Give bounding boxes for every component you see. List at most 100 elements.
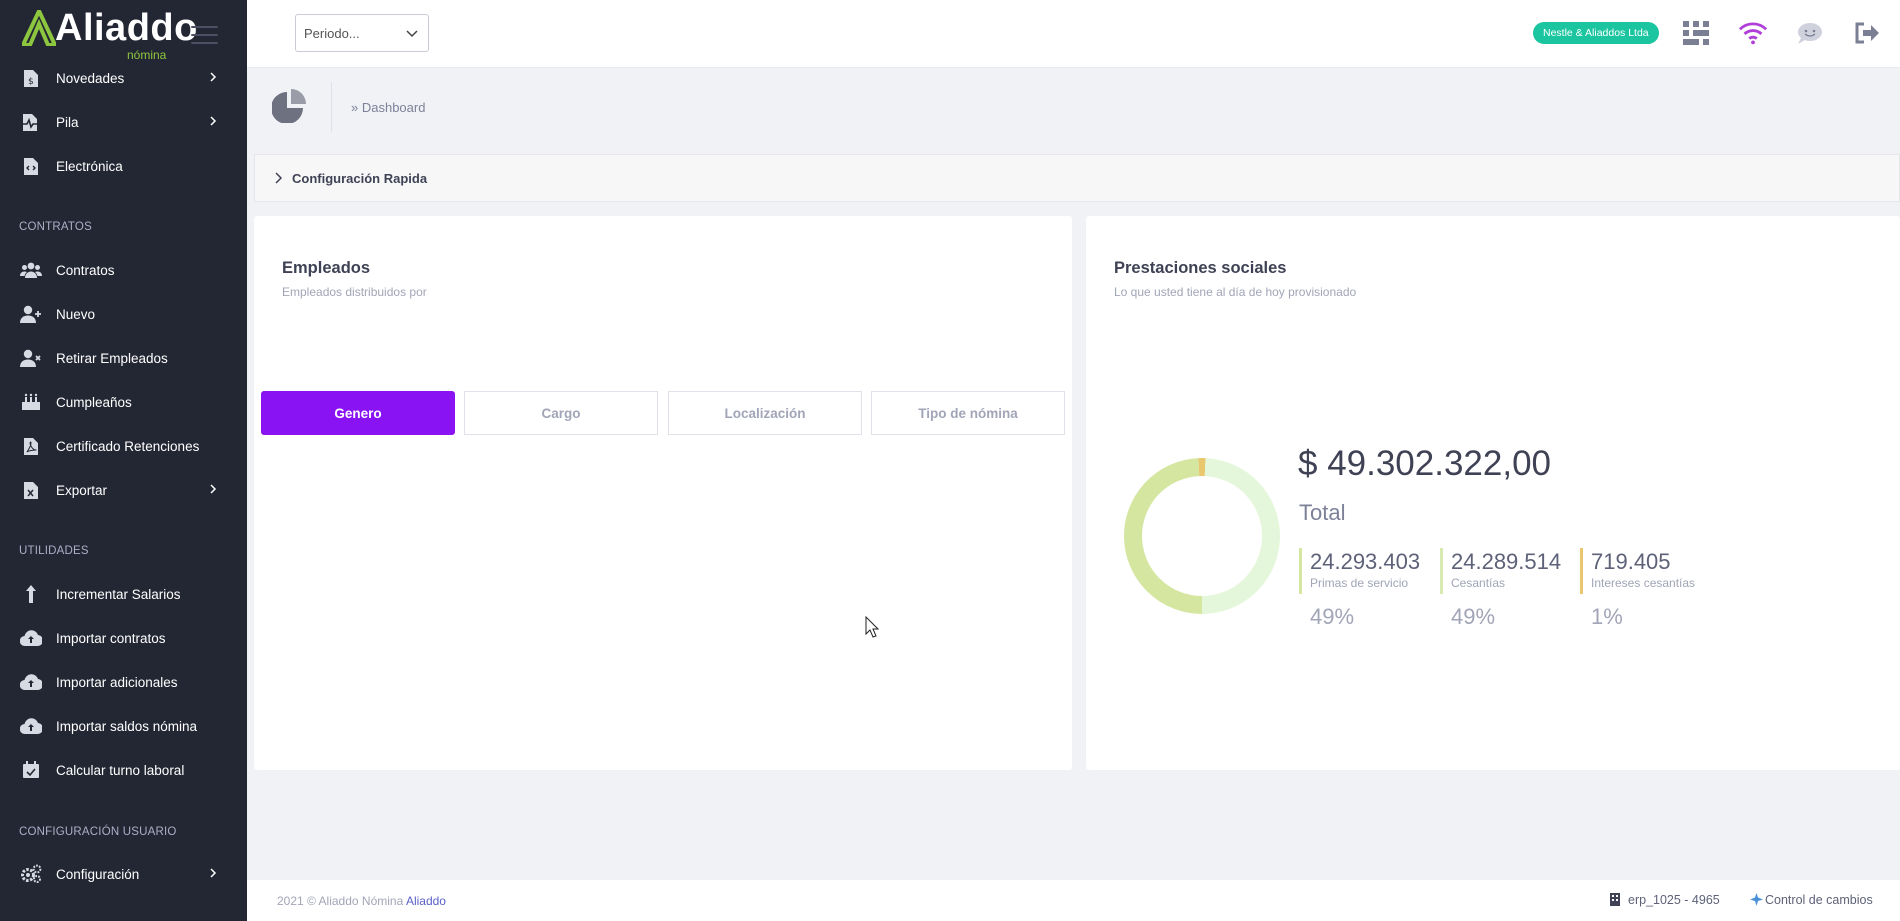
sidebar-item-pila[interactable]: Pila: [0, 102, 247, 142]
control-de-cambios-link[interactable]: Control de cambios: [1750, 893, 1873, 907]
chevron-right-icon: [210, 484, 217, 494]
sidebar-item-electronica[interactable]: Electrónica: [0, 146, 247, 186]
cloud-upload-icon: [20, 672, 42, 692]
sidebar-item-label: Configuración: [56, 866, 140, 882]
tab-genero[interactable]: Genero: [261, 391, 455, 435]
user-plus-icon: [20, 304, 42, 324]
stat-cesantias: 24.289.514 Cesantías: [1440, 548, 1561, 594]
section-title-contratos: CONTRATOS: [19, 221, 92, 233]
sidebar-item-importar-contratos[interactable]: Importar contratos: [0, 618, 247, 658]
logout-icon[interactable]: [1852, 18, 1882, 48]
breadcrumb-divider: [331, 82, 332, 132]
cloud-upload-icon: [20, 628, 42, 648]
prestaciones-title: Prestaciones sociales: [1114, 259, 1287, 277]
section-title-utilidades: UTILIDADES: [19, 545, 89, 557]
stat-value: 24.293.403: [1310, 549, 1421, 574]
sidebar-item-retirar-empleados[interactable]: Retirar Empleados: [0, 338, 247, 378]
pie-chart-icon: [272, 89, 306, 123]
sidebar-item-label: Calcular turno laboral: [56, 762, 185, 778]
cloud-upload-icon: [20, 716, 42, 736]
prestaciones-subtitle: Lo que usted tiene al día de hoy provisi…: [1114, 285, 1357, 299]
sidebar-item-label: Nuevo: [56, 306, 96, 322]
pulse-doc-icon: [20, 112, 42, 132]
sidebar-item-label: Incrementar Salarios: [56, 586, 181, 602]
footer-erp-version: erp_1025 - 4965: [1610, 893, 1720, 907]
sidebar: Aliaddo nómina $ Novedades Pila Electrón…: [0, 0, 247, 921]
company-badge[interactable]: Nestle & Aliaddos Ltda: [1533, 22, 1659, 44]
erp-version-text: erp_1025 - 4965: [1628, 893, 1720, 907]
prestaciones-donut-chart: [1124, 458, 1280, 614]
sidebar-item-certificado-retenciones[interactable]: Certificado Retenciones: [0, 426, 247, 466]
stat-cesantias-percent: 49%: [1451, 604, 1496, 629]
sidebar-item-label: Importar adicionales: [56, 674, 178, 690]
stat-primas: 24.293.403 Primas de servicio: [1299, 548, 1420, 594]
chevron-right-icon: [210, 72, 217, 82]
stat-value: 24.289.514: [1451, 549, 1562, 574]
total-label: Total: [1299, 500, 1346, 525]
sidebar-item-importar-adicionales[interactable]: Importar adicionales: [0, 662, 247, 702]
sidebar-item-label: Cumpleaños: [56, 394, 132, 410]
stat-intereses-cesantias: 719.405 Intereses cesantías: [1580, 548, 1695, 594]
sidebar-item-incrementar-salarios[interactable]: Incrementar Salarios: [0, 574, 247, 614]
wifi-icon[interactable]: [1738, 18, 1768, 48]
control-de-cambios-text: Control de cambios: [1765, 893, 1873, 907]
code-doc-icon: [20, 156, 42, 176]
cake-icon: [20, 392, 42, 412]
pdf-doc-icon: [20, 436, 42, 456]
sidebar-item-novedades[interactable]: $ Novedades: [0, 58, 247, 98]
sidebar-item-label: Importar contratos: [56, 630, 166, 646]
chevron-right-icon: [210, 868, 217, 878]
chevron-right-icon: [275, 172, 283, 184]
apps-grid-icon[interactable]: [1681, 18, 1711, 48]
sidebar-item-label: Electrónica: [56, 158, 123, 174]
sidebar-item-configuracion[interactable]: Configuración: [0, 854, 247, 894]
sidebar-item-cumpleanos[interactable]: Cumpleaños: [0, 382, 247, 422]
arrow-up-icon: [20, 584, 42, 604]
svg-text:$: $: [28, 77, 34, 87]
sidebar-item-label: Novedades: [56, 70, 125, 86]
menu-toggle-icon[interactable]: [191, 26, 218, 50]
breadcrumb[interactable]: » Dashboard: [351, 100, 425, 115]
sidebar-item-contratos[interactable]: Contratos: [0, 250, 247, 290]
sidebar-item-exportar[interactable]: Exportar: [0, 470, 247, 510]
empleados-title: Empleados: [282, 259, 371, 277]
sidebar-item-label: Exportar: [56, 482, 108, 498]
sidebar-item-nuevo[interactable]: Nuevo: [0, 294, 247, 334]
stat-value: 719.405: [1591, 549, 1671, 574]
building-icon: [1610, 893, 1620, 906]
tab-localizacion[interactable]: Localización: [668, 391, 862, 435]
footer: 2021 © Aliaddo Nómina Aliaddo erp_1025 -…: [247, 880, 1900, 921]
config-rapida-toggle[interactable]: Configuración Rapida: [254, 154, 1900, 202]
sidebar-item-label: Retirar Empleados: [56, 350, 168, 366]
sidebar-item-label: Importar saldos nómina: [56, 718, 198, 734]
chat-icon[interactable]: [1795, 18, 1825, 48]
stat-label: Primas de servicio: [1310, 576, 1409, 590]
footer-aliaddo-link[interactable]: Aliaddo: [406, 894, 446, 908]
sidebar-item-label: Pila: [56, 114, 79, 130]
donut-slice-cesantias: [1201, 458, 1280, 614]
excel-doc-icon: [20, 480, 42, 500]
dollar-doc-icon: $: [20, 68, 42, 88]
tab-cargo[interactable]: Cargo: [464, 391, 658, 435]
user-remove-icon: [20, 348, 42, 368]
sidebar-item-calcular-turno-laboral[interactable]: Calcular turno laboral: [0, 750, 247, 790]
stat-label: Cesantías: [1451, 576, 1506, 590]
stat-intereses-percent: 1%: [1591, 604, 1623, 629]
sidebar-item-label: Certificado Retenciones: [56, 438, 200, 454]
period-select[interactable]: Periodo...: [295, 14, 429, 52]
empleados-card: Empleados Empleados distribuidos por: [254, 216, 1072, 770]
tab-tipo-de-nomina[interactable]: Tipo de nómina: [871, 391, 1065, 435]
users-icon: [20, 260, 42, 280]
logo-a-icon: [22, 10, 56, 46]
empleados-subtitle: Empleados distribuidos por: [282, 285, 427, 299]
chevron-down-icon: [406, 30, 418, 38]
donut-slice-primas: [1124, 458, 1203, 614]
sidebar-item-importar-saldos-nomina[interactable]: Importar saldos nómina: [0, 706, 247, 746]
star-burst-icon: [1750, 893, 1763, 906]
footer-copy-text: 2021 © Aliaddo Nómina: [277, 894, 406, 908]
breadcrumb-bar: » Dashboard: [247, 68, 1900, 152]
stat-label: Intereses cesantías: [1591, 576, 1696, 590]
stat-primas-percent: 49%: [1310, 604, 1355, 629]
logo-text: Aliaddo: [55, 7, 198, 49]
sidebar-item-label: Contratos: [56, 262, 115, 278]
